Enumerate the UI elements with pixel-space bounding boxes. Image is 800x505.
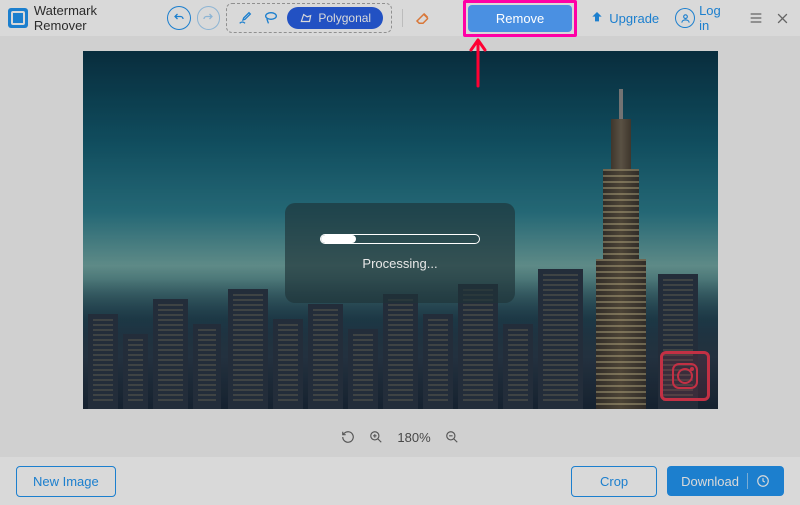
upgrade-label: Upgrade [609,11,659,26]
zoom-level: 180% [397,430,430,445]
upgrade-link[interactable]: Upgrade [589,10,659,26]
menu-icon[interactable] [746,8,766,28]
rotate-icon[interactable] [341,430,355,444]
top-toolbar: Watermark Remover Polygonal Remove Upgra… [0,0,800,36]
progress-bar [320,234,480,244]
new-image-button[interactable]: New Image [16,466,116,497]
download-button[interactable]: Download [667,466,784,496]
processing-overlay: Processing... [285,203,515,303]
selection-tools-group: Polygonal [226,3,392,33]
progress-fill [321,235,356,243]
watermark-instagram-icon [660,351,710,401]
lasso-tool-icon[interactable] [261,8,281,28]
login-label: Log in [699,3,734,33]
eraser-tool-icon[interactable] [413,8,433,28]
image-empire-state [591,89,651,409]
redo-button[interactable] [197,6,221,30]
clock-icon [756,474,770,488]
polygonal-label: Polygonal [318,11,371,25]
login-link[interactable]: Log in [675,3,734,33]
user-icon [675,8,695,28]
remove-button[interactable]: Remove [468,5,572,32]
close-icon[interactable] [772,8,792,28]
crop-button[interactable]: Crop [571,466,657,497]
zoom-out-icon[interactable] [445,430,459,444]
toolbar-divider [402,9,403,27]
zoom-in-icon[interactable] [369,430,383,444]
zoom-bar: 180% [0,422,800,452]
annotation-arrow-icon [468,38,488,93]
polygonal-tool-button[interactable]: Polygonal [287,7,383,29]
brush-tool-icon[interactable] [235,8,255,28]
bottom-bar: New Image Crop Download [0,457,800,505]
download-label: Download [681,474,739,489]
undo-button[interactable] [167,6,191,30]
annotation-highlight: Remove [463,0,577,37]
app-logo-icon [8,8,28,28]
app-title: Watermark Remover [34,3,153,33]
processing-label: Processing... [362,256,437,271]
